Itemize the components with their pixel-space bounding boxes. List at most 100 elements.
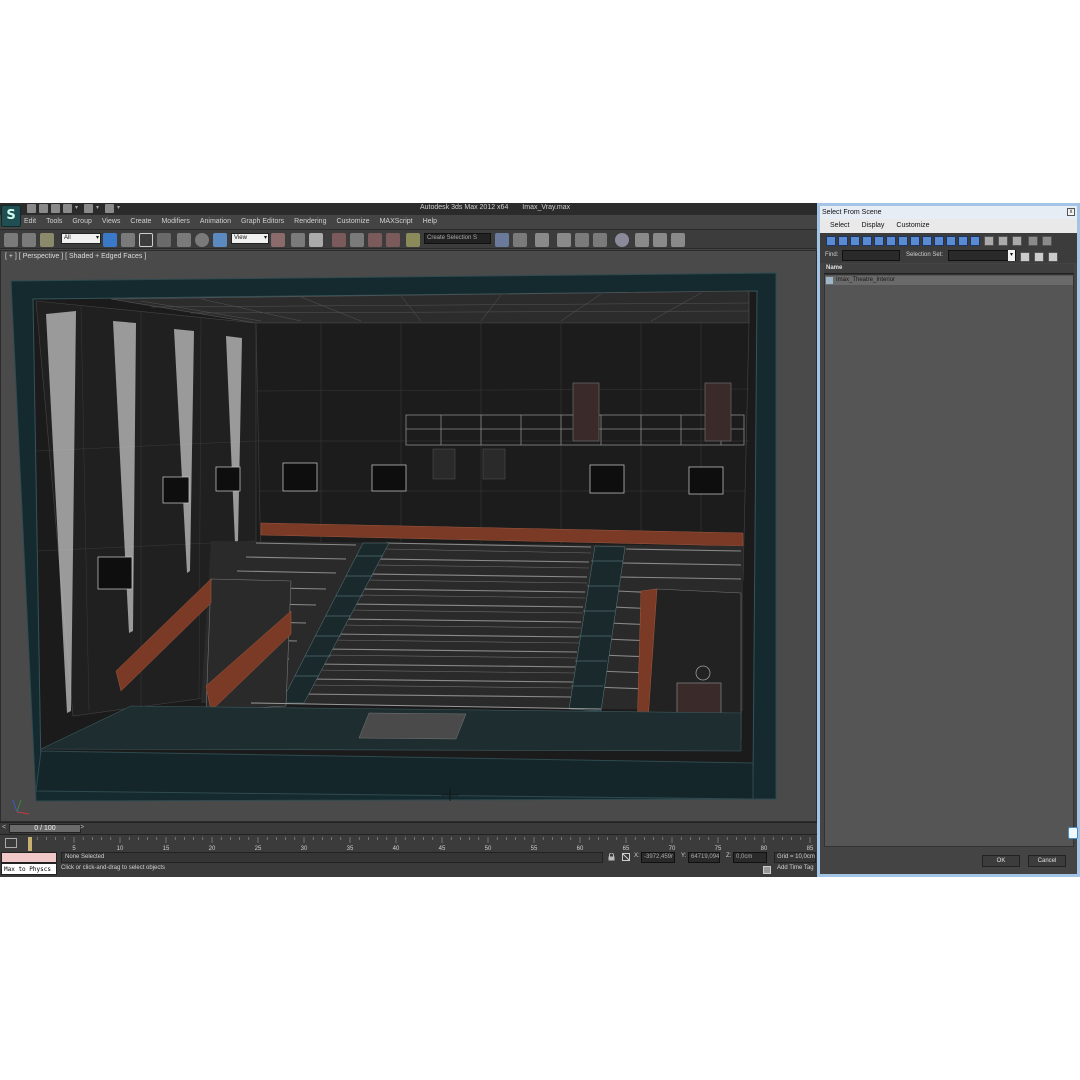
- filter-shapes-icon[interactable]: [838, 236, 848, 246]
- unlink-icon[interactable]: [22, 233, 36, 247]
- select-and-link-icon[interactable]: [4, 233, 18, 247]
- teamviewer-icon[interactable]: [1068, 827, 1078, 839]
- save-file-icon[interactable]: [51, 204, 60, 213]
- menu-edit[interactable]: Edit: [24, 216, 36, 228]
- snaps-toggle-icon[interactable]: [332, 233, 346, 247]
- list-header[interactable]: Name: [824, 264, 1074, 274]
- qat-dropdown-icon[interactable]: ▾: [117, 204, 123, 213]
- open-file-icon[interactable]: [39, 204, 48, 213]
- select-by-name-icon[interactable]: [121, 233, 135, 247]
- project-folder-icon[interactable]: [105, 204, 114, 213]
- reference-coordinate-dropdown[interactable]: View: [231, 233, 269, 244]
- rotate-icon[interactable]: [195, 233, 209, 247]
- mirror-icon[interactable]: [495, 233, 509, 247]
- dialog-close-button[interactable]: x: [1067, 208, 1075, 216]
- material-editor-icon[interactable]: [615, 233, 629, 247]
- selection-lock-icon[interactable]: [608, 853, 615, 861]
- undo-dropdown-icon[interactable]: ▾: [75, 204, 81, 213]
- filter-funnel-icon[interactable]: [1028, 236, 1038, 246]
- redo-dropdown-icon[interactable]: ▾: [96, 204, 102, 213]
- filter-containers-icon[interactable]: [934, 236, 944, 246]
- filter-groups-icon[interactable]: [898, 236, 908, 246]
- layer-manager-icon[interactable]: [535, 233, 549, 247]
- selection-filter-dropdown[interactable]: All: [61, 233, 101, 244]
- menu-maxscript[interactable]: MAXScript: [380, 216, 413, 228]
- time-slider[interactable]: < 0 / 100 >: [0, 822, 817, 834]
- new-file-icon[interactable]: [27, 204, 36, 213]
- display-none-icon[interactable]: [984, 236, 994, 246]
- display-children-icon[interactable]: [1012, 236, 1022, 246]
- select-manipulate-icon[interactable]: [291, 233, 305, 247]
- filter-helpers-icon[interactable]: [874, 236, 884, 246]
- scale-icon[interactable]: [213, 233, 227, 247]
- render-production-icon[interactable]: [671, 233, 685, 247]
- menu-graph-editors[interactable]: Graph Editors: [241, 216, 284, 228]
- list-item-label[interactable]: Imax_Theatre_Interior: [836, 276, 895, 285]
- undo-icon[interactable]: [63, 204, 72, 213]
- graphite-tools-icon[interactable]: [557, 233, 571, 247]
- move-icon[interactable]: [177, 233, 191, 247]
- dialog-menu-select[interactable]: Select: [830, 219, 849, 233]
- mini-curve-editor-icon[interactable]: [5, 838, 17, 848]
- time-next-button[interactable]: >: [80, 824, 84, 831]
- filter-frozen-icon[interactable]: [946, 236, 956, 246]
- time-tag-icon[interactable]: [763, 866, 771, 874]
- y-coordinate-field[interactable]: 64719,094: [688, 852, 720, 863]
- list-item[interactable]: Imax_Theatre_Interior: [825, 276, 1073, 285]
- menu-rendering[interactable]: Rendering: [294, 216, 326, 228]
- rectangular-selection-icon[interactable]: [139, 233, 153, 247]
- selection-set-dropdown-icon[interactable]: ▾: [1008, 250, 1015, 261]
- filter-geometry-icon[interactable]: [826, 236, 836, 246]
- find-options-icon-3[interactable]: [1048, 252, 1058, 262]
- filter-lights-icon[interactable]: [850, 236, 860, 246]
- absolute-mode-icon[interactable]: [622, 853, 630, 861]
- dialog-menu-display[interactable]: Display: [861, 219, 884, 233]
- filter-xrefs-icon[interactable]: [910, 236, 920, 246]
- add-time-tag-button[interactable]: Add Time Tag: [777, 865, 814, 871]
- bind-space-warp-icon[interactable]: [40, 233, 54, 247]
- percent-snap-icon[interactable]: [368, 233, 382, 247]
- filter-options-icon[interactable]: [1042, 236, 1052, 246]
- menu-create[interactable]: Create: [130, 216, 151, 228]
- time-prev-button[interactable]: <: [2, 824, 6, 831]
- display-all-icon[interactable]: [970, 236, 980, 246]
- named-selection-sets-dropdown[interactable]: Create Selection S: [424, 233, 491, 244]
- window-crossing-icon[interactable]: [157, 233, 171, 247]
- time-slider-thumb[interactable]: 0 / 100: [9, 824, 81, 833]
- dialog-menu-customize[interactable]: Customize: [896, 219, 929, 233]
- filter-spacewarps-icon[interactable]: [886, 236, 896, 246]
- menu-group[interactable]: Group: [72, 216, 91, 228]
- menu-modifiers[interactable]: Modifiers: [161, 216, 189, 228]
- keyboard-shortcut-icon[interactable]: [309, 233, 323, 247]
- menu-tools[interactable]: Tools: [46, 216, 62, 228]
- display-invert-icon[interactable]: [998, 236, 1008, 246]
- find-options-icon-1[interactable]: [1020, 252, 1030, 262]
- maxscript-listener-output[interactable]: [1, 852, 57, 863]
- angle-snap-icon[interactable]: [350, 233, 364, 247]
- menu-customize[interactable]: Customize: [336, 216, 369, 228]
- select-object-icon[interactable]: [103, 233, 117, 247]
- menu-views[interactable]: Views: [102, 216, 121, 228]
- filter-hidden-icon[interactable]: [958, 236, 968, 246]
- selection-set-input[interactable]: [948, 250, 1016, 261]
- track-bar[interactable]: 5 10 15 20 25 30 35 40 45 50 55 60 65 70 75 80 85: [0, 834, 817, 851]
- name-column-header[interactable]: Name: [826, 265, 842, 271]
- viewport-label[interactable]: [ + ] [ Perspective ] [ Shaded + Edged F…: [5, 253, 146, 260]
- frame-ruler[interactable]: 5 10 15 20 25 30 35 40 45 50 55 60 65 70 75 80 85: [28, 837, 814, 851]
- align-icon[interactable]: [513, 233, 527, 247]
- filter-cameras-icon[interactable]: [862, 236, 872, 246]
- schematic-view-icon[interactable]: [593, 233, 607, 247]
- scene-object-list[interactable]: Imax_Theatre_Interior: [824, 274, 1074, 847]
- x-coordinate-field[interactable]: -3972,459r: [641, 852, 675, 863]
- find-options-icon-2[interactable]: [1034, 252, 1044, 262]
- edit-named-selection-icon[interactable]: [406, 233, 420, 247]
- ok-button[interactable]: OK: [982, 855, 1020, 867]
- rendered-frame-window-icon[interactable]: [653, 233, 667, 247]
- find-input[interactable]: [842, 250, 900, 261]
- render-setup-icon[interactable]: [635, 233, 649, 247]
- filter-bones-icon[interactable]: [922, 236, 932, 246]
- redo-icon[interactable]: [84, 204, 93, 213]
- spinner-snap-icon[interactable]: [386, 233, 400, 247]
- app-logo-button[interactable]: S: [1, 205, 21, 227]
- curve-editor-icon[interactable]: [575, 233, 589, 247]
